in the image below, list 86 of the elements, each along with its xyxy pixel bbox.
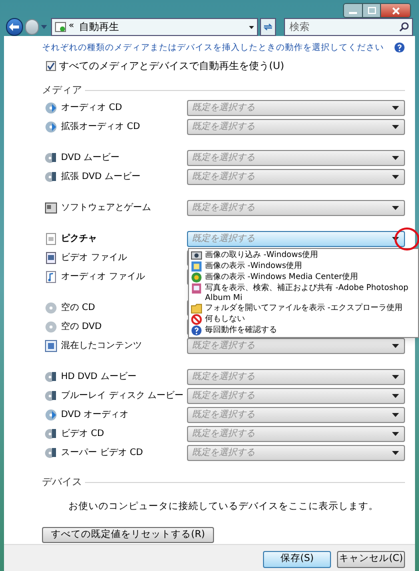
search-icon [399, 22, 410, 32]
cancel-button[interactable]: キャンセル(C) [337, 551, 405, 568]
breadcrumb-chevron: « [68, 20, 74, 34]
media-type-label: 混在したコンテンツ [61, 340, 142, 352]
maximize-icon [368, 7, 376, 14]
save-button[interactable]: 保存(S) [263, 551, 331, 568]
media-type-label: オーディオ ファイル [61, 270, 145, 284]
disc-icon [45, 302, 57, 314]
disc-icon [45, 102, 57, 114]
disc-icon [45, 171, 57, 184]
media-type-label: スーパー ビデオ CD [61, 446, 143, 460]
section-heading: デバイス [42, 476, 82, 490]
dropdown-option[interactable]: フォルダを開いてファイルを表示 -エクスプローラ使用 [189, 302, 418, 314]
disc-icon [45, 321, 57, 334]
disc-icon [45, 447, 57, 460]
reset-button[interactable]: すべての既定値をリセットする(R) [42, 527, 214, 543]
media-type-label: DVD オーディオ [61, 408, 129, 422]
media-type-label: ソフトウェアとゲーム [61, 202, 151, 214]
media-type-label: 拡張 DVD ムービー [61, 170, 141, 184]
disc-icon [45, 390, 57, 402]
dropdown-arrow-icon [392, 175, 399, 180]
back-arrow-icon [9, 23, 20, 31]
disc-icon [45, 152, 57, 164]
camera-icon [191, 250, 202, 261]
instruction-text: それぞれの種類のメディアまたはデバイスを挿入したときの動作を選択してください [42, 42, 384, 55]
dropdown-arrow-icon [392, 344, 399, 348]
media-type-label: DVD ムービー [61, 152, 120, 164]
album-icon [191, 282, 202, 294]
dropdown-arrow-icon [392, 394, 399, 398]
media-type-label: 空の CD [61, 302, 96, 314]
dropdown-arrow-icon [248, 26, 254, 28]
disc-icon [45, 428, 57, 440]
dropdown-option[interactable]: 画像の取り込み -Windows使用 [189, 250, 418, 261]
dropdown-arrow-icon [392, 106, 399, 110]
dropdown-option[interactable]: 写真を表示、検索、補正および共有 -Adobe Photoshop Album Mi [189, 282, 418, 303]
dropdown-arrow-icon [392, 451, 399, 456]
media-type-label: ビデオ ファイル [61, 252, 127, 264]
media-type-label: 拡張オーディオ CD [61, 120, 140, 134]
minimize-icon [349, 12, 357, 14]
disc-icon [45, 121, 57, 134]
close-button[interactable] [380, 4, 410, 17]
document-icon [45, 233, 57, 246]
address-bar[interactable]: « 自動再生 [50, 18, 258, 36]
close-icon [392, 6, 400, 14]
picture-icon [191, 260, 202, 272]
application-icon [45, 202, 57, 214]
media-type-label: ビデオ CD [61, 428, 104, 440]
video-file-icon [45, 252, 57, 264]
music-file-icon [45, 271, 57, 284]
dropdown-option[interactable]: 画像の表示 -Windows Media Center使用 [189, 272, 418, 283]
media-type-label: 空の DVD [61, 320, 102, 334]
refresh-icon [263, 23, 274, 31]
media-type-label: ブルーレイ ディスク ムービー [61, 390, 184, 402]
help-icon[interactable] [394, 42, 405, 53]
checkbox-label[interactable]: すべてのメディアとデバイスで自動再生を使う(U) [59, 58, 284, 74]
autoplay-checkbox[interactable] [46, 61, 56, 72]
dropdown-arrow-icon [392, 125, 399, 130]
dropdown-arrow-icon [392, 413, 399, 418]
folder-icon [191, 302, 202, 314]
dropdown-arrow-icon [392, 156, 399, 160]
dropdown-option[interactable]: 毎回動作を確認する [189, 324, 418, 336]
control-panel-icon [54, 22, 66, 32]
devices-message: お使いのコンピュータに接続しているデバイスをここに表示します。 [68, 500, 378, 514]
maximize-button[interactable] [362, 4, 380, 17]
media-center-icon [191, 272, 202, 283]
dropdown-option[interactable]: 何もしない [189, 314, 418, 325]
disc-icon [45, 409, 57, 422]
refresh-button[interactable] [260, 18, 276, 36]
dropdown-arrow-icon [392, 237, 399, 242]
media-type-label: HD DVD ムービー [61, 370, 136, 384]
circle-annotation [394, 226, 419, 251]
dropdown-option[interactable]: 画像の表示 -Windows使用 [189, 260, 418, 272]
files-icon [45, 340, 57, 352]
back-button[interactable] [6, 18, 22, 36]
dropdown-arrow-icon [392, 375, 399, 380]
section-heading: メディア [42, 84, 82, 98]
media-type-label: ピクチャ [61, 232, 97, 246]
history-caret-icon [41, 25, 47, 29]
media-type-label: オーディオ CD [61, 102, 122, 114]
dropdown-arrow-icon [392, 432, 399, 436]
prohibited-icon [191, 314, 202, 325]
checkmark-icon [47, 62, 55, 70]
dropdown-arrow-icon [392, 206, 399, 210]
disc-icon [45, 371, 57, 384]
breadcrumb-item[interactable]: 自動再生 [79, 20, 120, 34]
search-field[interactable]: 検索 [284, 18, 414, 36]
